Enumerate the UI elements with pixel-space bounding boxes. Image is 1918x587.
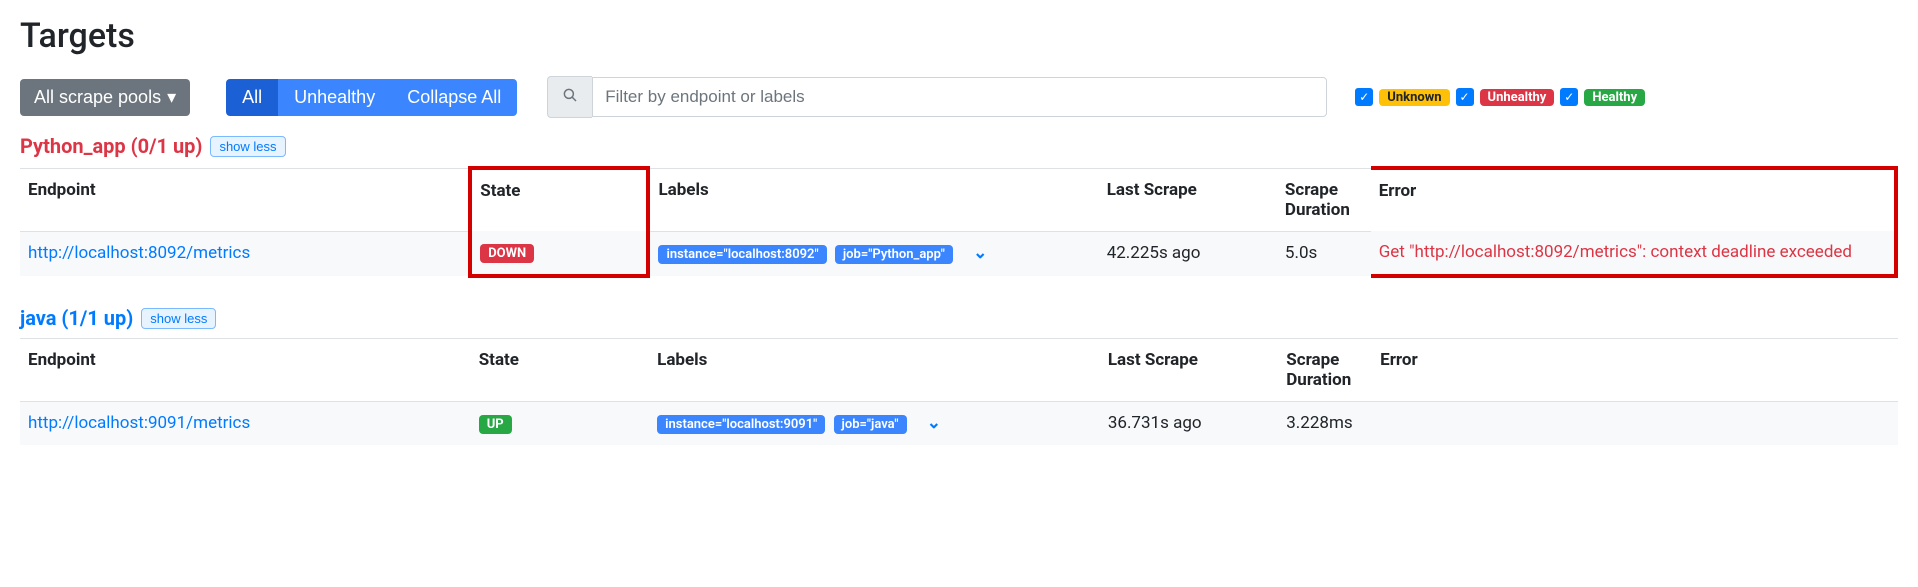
th-error: Error: [1372, 339, 1898, 402]
th-endpoint: Endpoint: [20, 168, 470, 231]
group-title-java: java (1/1 up): [20, 306, 133, 330]
group-header-python: Python_app (0/1 up) show less: [20, 134, 1898, 158]
error-cell: [1372, 402, 1898, 446]
caret-down-icon: ▾: [167, 87, 176, 108]
label-job: job="Python_app": [835, 245, 953, 264]
th-labels: Labels: [648, 168, 1098, 231]
show-less-button[interactable]: show less: [210, 136, 285, 157]
th-last-scrape: Last Scrape: [1100, 339, 1278, 402]
unknown-checkbox[interactable]: ✓: [1355, 88, 1373, 106]
th-error: Error: [1371, 168, 1896, 231]
legend-healthy: Healthy: [1584, 89, 1645, 106]
th-labels: Labels: [649, 339, 1100, 402]
label-job: job="java": [834, 415, 907, 434]
scrape-pools-label: All scrape pools: [34, 87, 161, 108]
error-text: Get "http://localhost:8092/metrics": con…: [1379, 242, 1852, 262]
group-title-python: Python_app (0/1 up): [20, 134, 202, 158]
toolbar: All scrape pools ▾ All Unhealthy Collaps…: [20, 76, 1898, 118]
duration-cell: 5.0s: [1277, 231, 1371, 276]
group-header-java: java (1/1 up) show less: [20, 306, 1898, 330]
search-container: [547, 76, 1327, 118]
targets-table-python: Endpoint State Labels Last Scrape Scrape…: [20, 166, 1898, 278]
th-duration: Scrape Duration: [1277, 168, 1371, 231]
th-last-scrape: Last Scrape: [1099, 168, 1277, 231]
page-title: Targets: [20, 16, 1898, 56]
th-endpoint: Endpoint: [20, 339, 471, 402]
duration-cell: 3.228ms: [1278, 402, 1372, 446]
search-icon: [547, 76, 592, 118]
endpoint-link[interactable]: http://localhost:9091/metrics: [28, 413, 250, 433]
targets-table-java: Endpoint State Labels Last Scrape Scrape…: [20, 338, 1898, 445]
legend: ✓ Unknown ✓ Unhealthy ✓ Healthy: [1355, 88, 1645, 106]
chevron-down-icon[interactable]: ⌄: [973, 243, 987, 263]
state-badge-down: DOWN: [480, 244, 534, 263]
chevron-down-icon[interactable]: ⌄: [927, 413, 941, 433]
filter-all-button[interactable]: All: [226, 79, 278, 116]
table-row: http://localhost:9091/metrics UP instanc…: [20, 402, 1898, 446]
legend-unhealthy: Unhealthy: [1480, 89, 1555, 106]
show-less-button[interactable]: show less: [141, 308, 216, 329]
table-row: http://localhost:8092/metrics DOWN insta…: [20, 231, 1896, 276]
healthy-checkbox[interactable]: ✓: [1560, 88, 1578, 106]
scrape-pools-dropdown[interactable]: All scrape pools ▾: [20, 79, 190, 116]
unhealthy-checkbox[interactable]: ✓: [1456, 88, 1474, 106]
state-badge-up: UP: [479, 415, 512, 434]
search-input[interactable]: [592, 77, 1327, 117]
last-scrape-cell: 36.731s ago: [1100, 402, 1278, 446]
endpoint-link[interactable]: http://localhost:8092/metrics: [28, 243, 250, 263]
filter-button-group: All Unhealthy Collapse All: [226, 79, 517, 116]
th-state: State: [471, 339, 649, 402]
label-instance: instance="localhost:8092": [658, 245, 826, 264]
collapse-all-button[interactable]: Collapse All: [391, 79, 517, 116]
filter-unhealthy-button[interactable]: Unhealthy: [278, 79, 391, 116]
th-state: State: [470, 168, 648, 231]
th-duration: Scrape Duration: [1278, 339, 1372, 402]
label-instance: instance="localhost:9091": [657, 415, 825, 434]
legend-unknown: Unknown: [1379, 89, 1449, 106]
last-scrape-cell: 42.225s ago: [1099, 231, 1277, 276]
